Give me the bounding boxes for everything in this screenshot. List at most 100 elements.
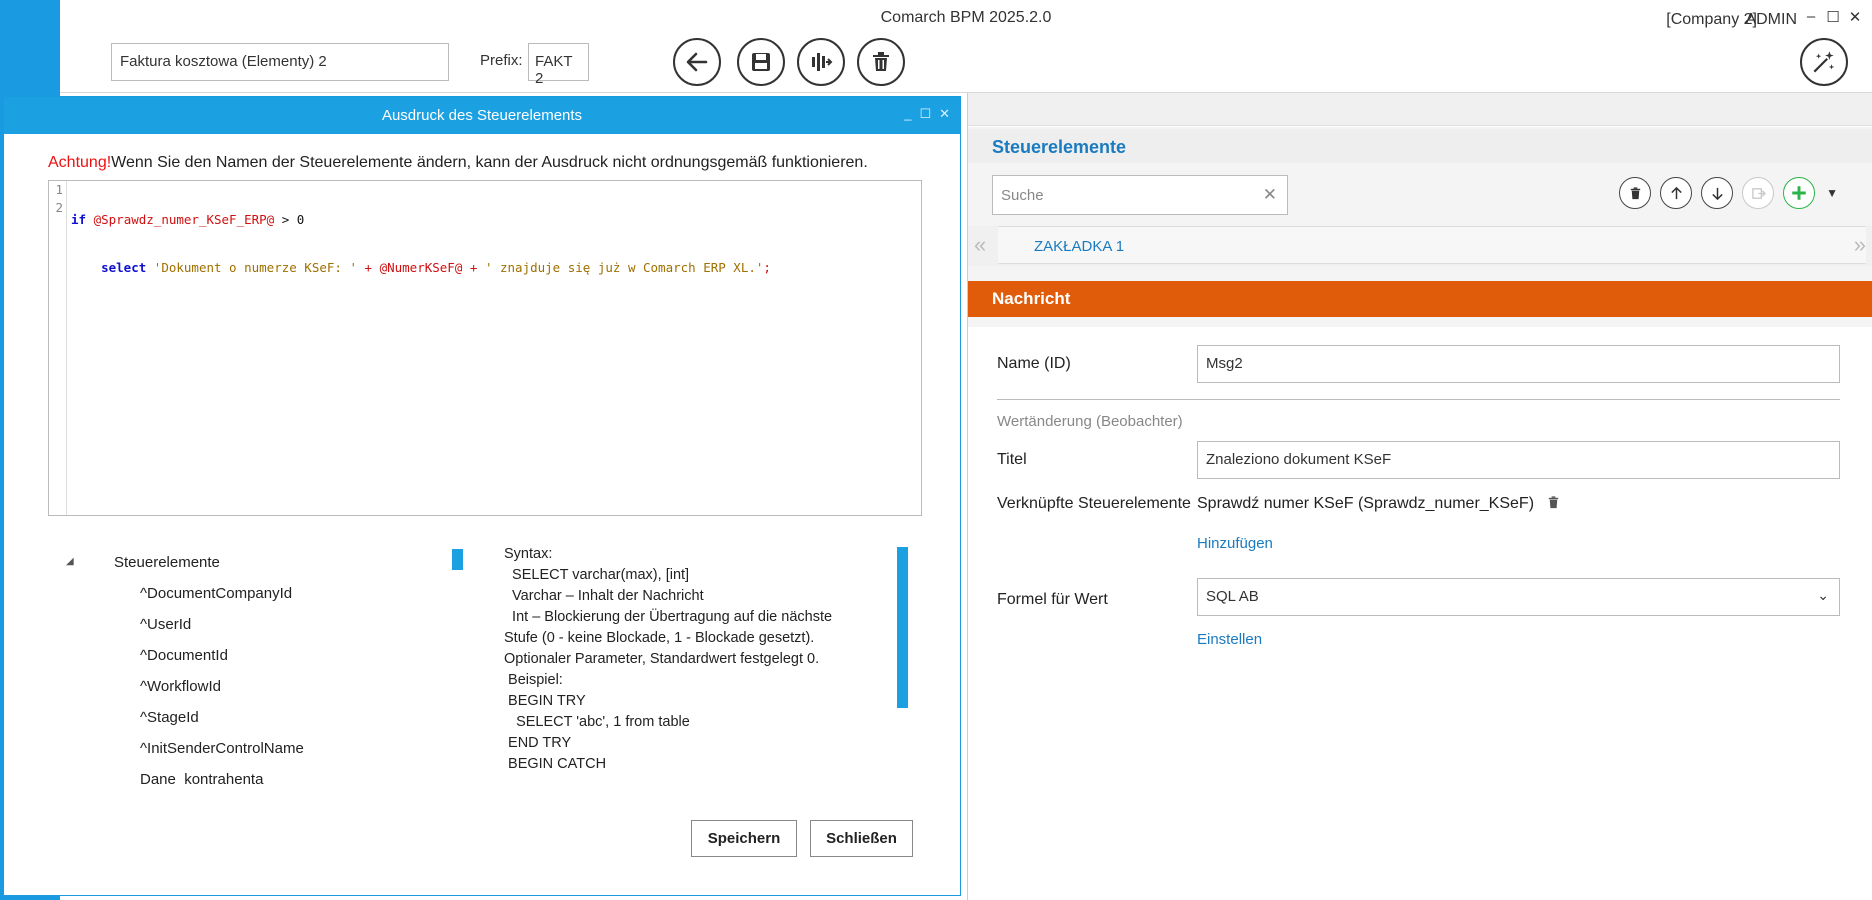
tree-scrollbar[interactable] xyxy=(452,549,463,570)
controls-toolbar: ▼ xyxy=(1619,177,1838,209)
configure-link[interactable]: Einstellen xyxy=(1197,631,1262,648)
user-label[interactable]: ADMIN xyxy=(1745,11,1797,29)
search-placeholder: Suche xyxy=(1001,187,1044,204)
title-label: Titel xyxy=(997,451,1027,468)
tree-item[interactable]: ^StageId xyxy=(140,709,199,726)
operator: + xyxy=(357,260,380,275)
formula-select[interactable]: SQL AB ⌄ xyxy=(1197,578,1840,616)
linked-controls-label: Verknüpfte Steuerelemente xyxy=(997,495,1191,512)
delete-control-button[interactable] xyxy=(1619,177,1652,209)
save-icon xyxy=(752,53,770,71)
save-button[interactable] xyxy=(737,38,785,86)
move-up-button[interactable] xyxy=(1660,177,1693,209)
dropdown-icon[interactable]: ▼ xyxy=(1826,186,1838,200)
syntax-help: Syntax: SELECT varchar(max), [int] Varch… xyxy=(504,544,884,776)
process-icon xyxy=(812,53,833,71)
name-field[interactable]: Msg2 xyxy=(1197,345,1840,383)
delete-button[interactable] xyxy=(857,38,905,86)
back-arrow-icon xyxy=(686,52,708,72)
export-button[interactable] xyxy=(1742,177,1775,209)
tree-item[interactable]: ^InitSenderControlName xyxy=(140,740,304,757)
minimize-icon[interactable]: – xyxy=(1804,8,1818,26)
tree-root[interactable]: Steuerelemente xyxy=(114,554,220,571)
add-control-button[interactable] xyxy=(1783,177,1816,209)
operator: > xyxy=(274,212,297,227)
prefix-label: Prefix: xyxy=(480,52,523,69)
syntax-scrollbar[interactable] xyxy=(897,547,908,708)
controls-tree: ◢ Steuerelemente ^DocumentCompanyId ^Use… xyxy=(66,544,466,784)
window-controls: – ☐ ✕ xyxy=(1804,8,1862,26)
tree-item[interactable]: ^DocumentId xyxy=(140,647,228,664)
panel-top-bar xyxy=(968,93,1872,126)
line-number: 2 xyxy=(55,200,63,215)
tree-item[interactable]: ^UserId xyxy=(140,616,191,633)
syntax-line: END TRY xyxy=(504,735,572,751)
code-line-2: select 'Dokument o numerze KSeF: ' + @Nu… xyxy=(71,259,771,277)
syntax-line: BEGIN CATCH xyxy=(504,756,607,772)
keyword-if: if xyxy=(71,212,87,227)
line-number-gutter: 1 2 xyxy=(49,181,67,515)
trash-icon xyxy=(873,52,889,71)
syntax-line: Optionaler Parameter, Standardwert festg… xyxy=(504,651,820,667)
dialog-window-controls: _ ☐ ✕ xyxy=(904,106,950,122)
arrow-up-icon xyxy=(1670,186,1682,199)
maximize-icon[interactable]: ☐ xyxy=(1826,8,1840,26)
move-down-button[interactable] xyxy=(1701,177,1734,209)
warning-message: Achtung!Wenn Sie den Namen der Steuerele… xyxy=(48,154,868,172)
syntax-line: Int – Blockierung der Übertragung auf di… xyxy=(504,609,833,625)
tree-item[interactable]: ^DocumentCompanyId xyxy=(140,585,292,602)
add-icon xyxy=(1792,186,1806,200)
dialog-title: Ausdruck des Steuerelements xyxy=(381,107,583,124)
line-number: 1 xyxy=(55,182,63,197)
title-bar: Comarch BPM 2025.2.0 [Company 2] ADMIN –… xyxy=(60,0,1872,38)
syntax-line: Beispiel: xyxy=(504,672,563,688)
number: 0 xyxy=(296,212,305,227)
tab-scroll-left-icon[interactable]: « xyxy=(974,232,986,258)
formula-value: SQL AB xyxy=(1206,588,1259,605)
magic-button[interactable] xyxy=(1800,38,1848,86)
document-name-field[interactable]: Faktura kosztowa (Elementy) 2 xyxy=(111,43,449,81)
operator: + xyxy=(462,260,485,275)
syntax-line: SELECT 'abc', 1 from table xyxy=(504,714,690,730)
syntax-line: SELECT varchar(max), [int] xyxy=(504,567,690,583)
tree-item[interactable]: Dane_kontrahenta xyxy=(140,771,263,784)
syntax-line: Syntax: xyxy=(504,546,553,562)
name-label: Name (ID) xyxy=(997,355,1071,372)
chevron-down-icon: ⌄ xyxy=(1817,587,1829,603)
dialog-minimize-icon[interactable]: _ xyxy=(904,106,911,122)
controls-panel: Steuerelemente Suche ✕ ▼ « ZAKŁADKA 1 » … xyxy=(967,93,1872,900)
arrow-down-icon xyxy=(1711,187,1723,200)
search-input[interactable]: Suche ✕ xyxy=(992,175,1288,215)
clear-search-icon[interactable]: ✕ xyxy=(1263,185,1277,205)
code-lines: if @Sprawdz_numer_KSeF_ERP@ > 0 select '… xyxy=(71,181,771,307)
add-link[interactable]: Hinzufügen xyxy=(1197,535,1273,552)
company-label[interactable]: [Company 2] xyxy=(1666,11,1757,29)
dialog-maximize-icon[interactable]: ☐ xyxy=(919,106,931,122)
tree-item[interactable]: ^WorkflowId xyxy=(140,678,221,695)
save-dialog-button[interactable]: Speichern xyxy=(691,820,797,857)
back-button[interactable] xyxy=(673,38,721,86)
section-header-nachricht: Nachricht xyxy=(968,281,1872,317)
app-title: Comarch BPM 2025.2.0 xyxy=(880,9,1052,26)
tab-zakladka-1[interactable]: ZAKŁADKA 1 xyxy=(998,226,1866,264)
close-dialog-button[interactable]: Schließen xyxy=(810,820,913,857)
syntax-line: Stufe (0 - keine Blockade, 1 - Blockade … xyxy=(504,630,815,646)
export-icon xyxy=(1751,187,1766,199)
observer-heading: Wertänderung (Beobachter) xyxy=(997,413,1183,430)
process-button[interactable] xyxy=(797,38,845,86)
dialog-close-icon[interactable]: ✕ xyxy=(939,106,950,122)
title-field[interactable]: Znaleziono dokument KSeF xyxy=(1197,441,1840,479)
app-window: Comarch BPM 2025.2.0 [Company 2] ADMIN –… xyxy=(0,0,1872,900)
warning-text: Wenn Sie den Namen der Steuerelemente än… xyxy=(111,154,868,171)
remove-linked-control-icon[interactable] xyxy=(1546,495,1561,515)
trash-icon xyxy=(1630,186,1640,199)
tab-scroll-right-icon[interactable]: » xyxy=(1854,232,1866,258)
keyword-select: select xyxy=(101,260,147,275)
magic-wand-icon xyxy=(1813,51,1835,73)
code-editor[interactable]: 1 2 if @Sprawdz_numer_KSeF_ERP@ > 0 sele… xyxy=(48,180,922,516)
tree-expand-icon[interactable]: ◢ xyxy=(66,556,74,567)
linked-control-item: Sprawdź numer KSeF (Sprawdz_numer_KSeF) xyxy=(1197,495,1561,515)
prefix-field[interactable]: FAKT 2 xyxy=(528,43,589,87)
close-icon[interactable]: ✕ xyxy=(1848,8,1862,26)
